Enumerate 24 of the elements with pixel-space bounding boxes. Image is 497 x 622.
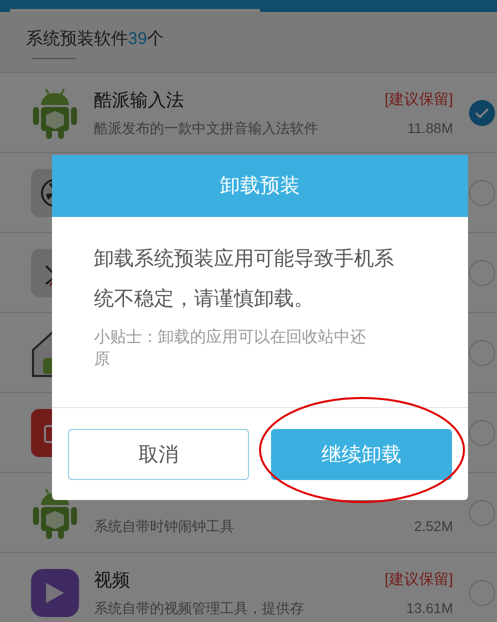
dialog-tip: 小贴士：卸载的应用可以在回收站中还原: [94, 328, 367, 370]
select-checkbox[interactable]: [469, 100, 495, 126]
app-size: 2.52M: [414, 517, 453, 536]
cancel-button[interactable]: 取消: [68, 429, 249, 480]
app-description: 酷派发布的一款中文拼音输入法软件: [94, 118, 318, 138]
video-play-icon: [31, 568, 79, 616]
app-description: 系统自带的视频管理工具，提供存: [94, 598, 304, 618]
section-title: 系统预装软件39个: [26, 28, 165, 50]
select-checkbox[interactable]: [469, 500, 495, 526]
recommend-keep-tag: [建议保留]: [384, 88, 453, 112]
select-checkbox[interactable]: [469, 260, 495, 286]
check-icon: [475, 108, 489, 118]
app-name: 视频: [94, 568, 130, 592]
app-name: 酷派输入法: [94, 88, 184, 112]
app-description: 系统自带时钟闹钟工具: [94, 517, 234, 536]
select-checkbox[interactable]: [469, 340, 495, 366]
select-checkbox[interactable]: [469, 180, 495, 206]
app-size: 11.88M: [407, 118, 453, 138]
recommend-keep-tag: [建议保留]: [384, 568, 453, 592]
select-checkbox[interactable]: [469, 420, 495, 446]
app-size: 13.61M: [406, 598, 453, 618]
dialog-title: 卸载预装: [52, 155, 468, 217]
dialog-message: 卸载系统预装应用可能导致手机系统不稳定，请谨慎卸载。: [94, 247, 395, 312]
select-checkbox[interactable]: [469, 580, 495, 606]
